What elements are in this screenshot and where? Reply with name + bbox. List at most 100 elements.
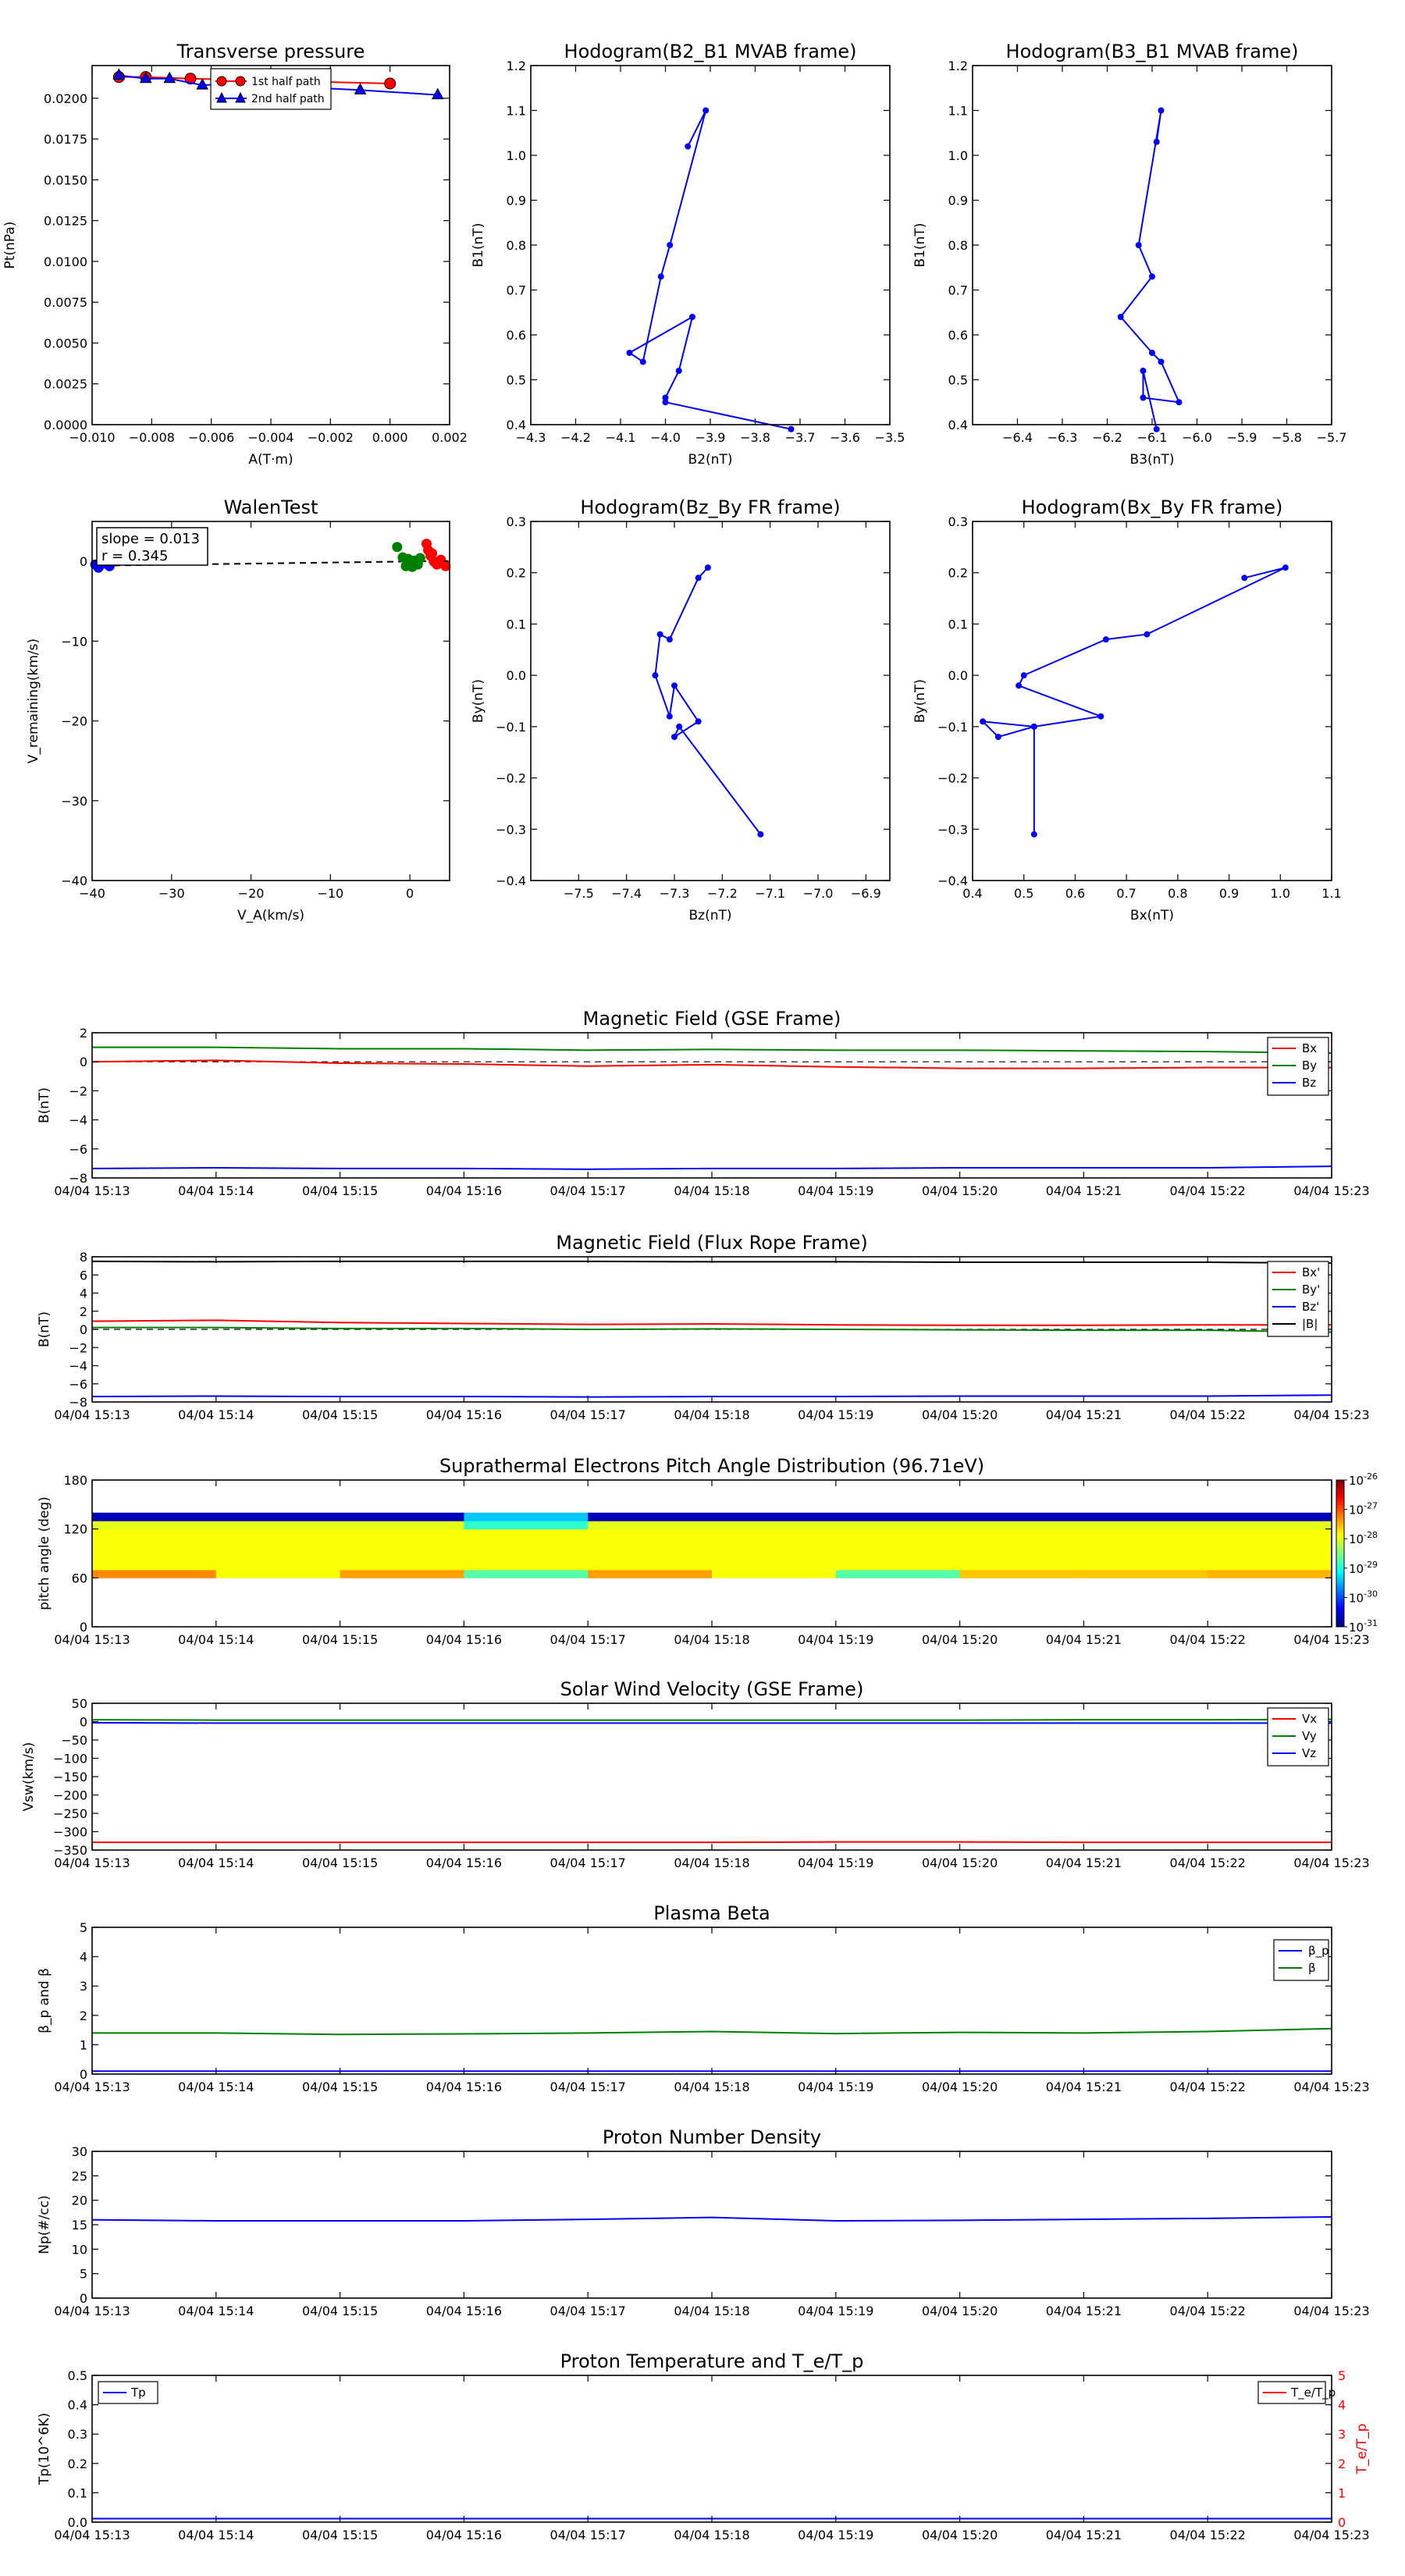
y-tick-label: 0.5 — [948, 373, 968, 388]
time-tick-label: 04/04 15:20 — [922, 2528, 998, 2542]
colorbar: 10-3110-3010-2910-2810-2710-26 — [1336, 1471, 1378, 1635]
heatmap-cell — [835, 1528, 961, 1538]
x-tick-label: 0.6 — [1065, 886, 1085, 901]
hodogram-line — [628, 110, 791, 430]
y-tick-label: 0.5 — [68, 2368, 87, 2383]
y-tick-label: 0.3 — [948, 514, 968, 529]
y-tick-label: 0.0200 — [44, 91, 87, 106]
series-line-Bx' — [92, 1319, 1332, 1326]
legend-label: Vx — [1302, 1712, 1317, 1726]
y-tick-label: 0.0 — [948, 668, 968, 683]
x-axis-label: Bz(nT) — [688, 908, 731, 923]
legend-label: Bx — [1302, 1041, 1317, 1055]
data-point — [1030, 723, 1037, 730]
x-tick-label: −4.3 — [516, 430, 546, 445]
y-tick-label: −100 — [53, 1752, 87, 1767]
time-tick-label: 04/04 15:18 — [674, 2528, 749, 2542]
colorbar-tick-label: 10-27 — [1349, 1501, 1378, 1517]
y-tick-label: −20 — [61, 714, 87, 729]
colorbar-base: 10 — [1349, 1474, 1364, 1488]
time-tick-label: 04/04 15:22 — [1170, 2080, 1246, 2094]
y-tick-label: −4 — [69, 1113, 87, 1128]
legend: Bx By Bz — [1267, 1037, 1329, 1096]
x-tick-label: 0 — [406, 886, 414, 901]
time-tick-label: 04/04 15:22 — [1170, 1183, 1246, 1198]
y-tick-label: −200 — [53, 1788, 87, 1803]
time-tick-label: 04/04 15:14 — [178, 1407, 254, 1422]
heatmap-cell — [464, 1537, 589, 1546]
chart-title: Plasma Beta — [653, 1902, 770, 1924]
y-tick-label: 0.9 — [948, 194, 968, 208]
point-circle — [384, 77, 397, 90]
time-tick-label: 04/04 15:23 — [1293, 1183, 1369, 1198]
y-tick-label: 1.1 — [507, 104, 526, 119]
y-tick-label: 2 — [80, 1026, 87, 1041]
y-tick-label: 1.2 — [507, 59, 526, 73]
heatmap-cell — [712, 1553, 837, 1562]
y-tick-label: 0.1 — [68, 2485, 87, 2500]
data-point — [666, 636, 673, 643]
data-point — [1102, 636, 1109, 643]
chart-proton-temperature: Proton Temperature and T_e/T_p0.00.10.20… — [37, 2350, 1370, 2542]
x-tick-label: −4.0 — [650, 430, 681, 445]
x-axis-label: Bx(nT) — [1130, 908, 1174, 923]
data-point — [695, 718, 702, 725]
data-point — [1241, 575, 1248, 582]
chart-pitch-angle-distribution: Suprathermal Electrons Pitch Angle Distr… — [37, 1455, 1378, 1647]
hodogram-line — [980, 567, 1286, 834]
time-tick-label: 04/04 15:18 — [674, 1856, 749, 1870]
y-tick-label: 5 — [80, 2267, 87, 2282]
data-point — [1117, 314, 1124, 320]
heatmap-cell — [1083, 1528, 1208, 1538]
heatmap-cell — [340, 1545, 464, 1554]
time-tick-label: 04/04 15:17 — [550, 2528, 626, 2542]
x-tick-label: 0.5 — [1014, 886, 1033, 901]
heatmap-cell — [215, 1512, 341, 1521]
hodogram-line — [1119, 110, 1181, 429]
y-tick-label: 6 — [80, 1268, 87, 1283]
y-tick-label: 0.0025 — [44, 377, 87, 392]
y-tick-label: 0.7 — [507, 283, 526, 298]
y-tick-label: −6 — [69, 1377, 87, 1392]
legend-label: Vz — [1302, 1746, 1316, 1760]
y-tick-label: 50 — [72, 1696, 87, 1711]
y-tick-label: 0.2 — [68, 2457, 87, 2471]
series-line-Bz — [92, 1165, 1332, 1170]
data-point — [626, 350, 633, 356]
legend-te-tp: T_e/T_p — [1257, 2381, 1336, 2404]
y-tick-label: −50 — [61, 1733, 87, 1748]
x-tick-label: 0.4 — [962, 886, 982, 901]
y-tick-label: −0.2 — [937, 771, 968, 786]
colorbar-exponent: -31 — [1364, 1618, 1378, 1628]
heatmap-cell — [215, 1528, 341, 1538]
x-axis-label: A(T·m) — [248, 452, 293, 468]
legend-tp: Tp — [98, 2381, 158, 2404]
x-tick-label: 0.000 — [372, 430, 408, 445]
y-tick-label: 0.0175 — [44, 132, 87, 147]
chart-title: Hodogram(B2_B1 MVAB frame) — [564, 41, 857, 62]
x-tick-label: −10 — [317, 886, 343, 901]
x-tick-label: −7.2 — [707, 886, 738, 901]
heatmap-cell — [835, 1537, 961, 1546]
chart-hodogram-b2-b1: Hodogram(B2_B1 MVAB frame)0.40.50.60.70.… — [471, 41, 905, 468]
x-tick-label: −7.5 — [564, 886, 594, 901]
time-tick-label: 04/04 15:23 — [1293, 1856, 1369, 1870]
chart-magnetic-field-flux-rope: Magnetic Field (Flux Rope Frame)−8−6−4−2… — [37, 1232, 1370, 1422]
time-tick-label: 04/04 15:13 — [54, 1632, 130, 1647]
heatmap-cell — [959, 1553, 1084, 1562]
data-point — [671, 734, 678, 740]
y-tick-label: 4 — [80, 1950, 87, 1965]
data-point — [675, 368, 682, 374]
time-tick-label: 04/04 15:18 — [674, 1632, 749, 1647]
time-tick-label: 04/04 15:22 — [1170, 2528, 1246, 2542]
y2-tick-label: 0 — [1338, 2515, 1346, 2530]
time-tick-label: 04/04 15:15 — [302, 2528, 378, 2542]
time-tick-label: 04/04 15:23 — [1293, 2304, 1369, 2318]
heatmap-cell — [215, 1537, 341, 1546]
plot-frame — [530, 65, 891, 425]
annotation-r: r = 0.345 — [101, 548, 168, 564]
time-tick-label: 04/04 15:13 — [54, 2528, 130, 2542]
y-tick-label: 0.1 — [507, 617, 526, 632]
heatmap-cell — [464, 1553, 589, 1562]
heatmap-cell — [1083, 1521, 1208, 1530]
